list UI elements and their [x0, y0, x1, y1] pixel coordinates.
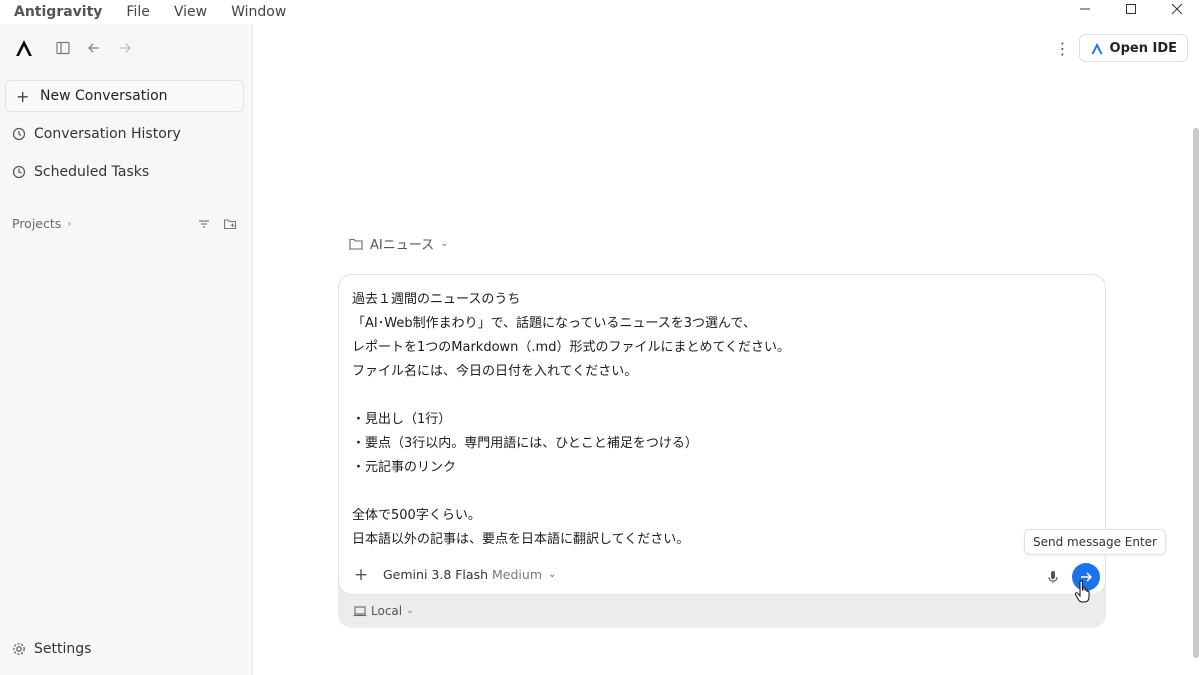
- sidebar-item-label: Scheduled Tasks: [34, 164, 150, 180]
- laptop-icon: [353, 606, 367, 617]
- model-selector[interactable]: Gemini 3.8 Flash Medium ⌄: [383, 567, 556, 582]
- history-icon: [12, 127, 26, 141]
- hand-cursor-icon: [1074, 580, 1090, 603]
- model-tier: Medium: [492, 567, 542, 582]
- add-context-button[interactable]: +: [351, 565, 371, 585]
- sidebar-toggle-icon[interactable]: [51, 36, 75, 60]
- scrollbar-thumb[interactable]: [1193, 128, 1199, 658]
- model-name: Gemini 3.8 Flash: [383, 567, 489, 582]
- projects-header: Projects ›: [12, 216, 237, 231]
- maximize-icon: [1126, 4, 1136, 14]
- menu-file[interactable]: File: [126, 4, 149, 20]
- menu-window[interactable]: Window: [231, 4, 286, 20]
- minimize-button[interactable]: [1062, 0, 1108, 18]
- antigravity-logo-icon: [1090, 42, 1103, 54]
- sidebar-item-scheduled-tasks[interactable]: Scheduled Tasks: [12, 161, 149, 183]
- clock-icon: [12, 165, 26, 179]
- sidebar: + New Conversation Conversation History …: [0, 24, 253, 675]
- window-controls: [1062, 0, 1200, 18]
- maximize-button[interactable]: [1108, 0, 1154, 18]
- header-actions: ⋮ Open IDE: [1053, 34, 1188, 62]
- menu-view[interactable]: View: [174, 4, 207, 20]
- open-ide-label: Open IDE: [1109, 40, 1177, 56]
- filter-icon[interactable]: [197, 217, 211, 231]
- composer: 過去１週間のニュースのうち 「AI･Web制作まわり」で、話題になっているニュー…: [338, 274, 1106, 628]
- menu-bar: Antigravity File View Window: [0, 0, 296, 24]
- chevron-down-icon: ⌄: [406, 606, 414, 616]
- menu-app-name[interactable]: Antigravity: [14, 4, 102, 20]
- scrollbar[interactable]: [1192, 76, 1200, 675]
- projects-label[interactable]: Projects: [12, 216, 61, 231]
- new-folder-icon[interactable]: [223, 217, 237, 231]
- sidebar-item-label: Conversation History: [34, 126, 181, 142]
- send-tooltip: Send message Enter: [1024, 529, 1166, 555]
- folder-icon: [349, 238, 363, 250]
- plus-icon: +: [16, 86, 30, 106]
- environment-label: Local: [371, 604, 403, 618]
- settings-label: Settings: [34, 641, 92, 657]
- new-conversation-label: New Conversation: [40, 88, 168, 104]
- back-arrow-icon[interactable]: [82, 36, 106, 60]
- chevron-down-icon: ⌄: [548, 569, 557, 580]
- new-conversation-button[interactable]: + New Conversation: [5, 80, 244, 112]
- close-icon: [1171, 3, 1183, 15]
- kebab-menu-icon[interactable]: ⋮: [1053, 34, 1073, 62]
- composer-input-area: 過去１週間のニュースのうち 「AI･Web制作まわり」で、話題になっているニュー…: [338, 274, 1106, 595]
- chevron-down-icon: ⌄: [440, 238, 449, 249]
- environment-selector[interactable]: Local ⌄: [353, 604, 414, 618]
- gear-icon: [13, 643, 25, 655]
- folder-name: AIニュース: [370, 238, 435, 253]
- sidebar-item-settings[interactable]: Settings: [12, 641, 91, 657]
- minimize-icon: [1080, 8, 1090, 10]
- workspace-folder-selector[interactable]: AIニュース ⌄: [349, 234, 448, 253]
- close-window-button[interactable]: [1154, 0, 1200, 18]
- forward-arrow-icon[interactable]: [113, 36, 137, 60]
- chevron-right-icon: ›: [67, 217, 72, 230]
- microphone-icon[interactable]: [1043, 567, 1063, 587]
- message-input[interactable]: 過去１週間のニュースのうち 「AI･Web制作まわり」で、話題になっているニュー…: [352, 288, 1092, 552]
- sidebar-item-conversation-history[interactable]: Conversation History: [12, 123, 181, 145]
- open-ide-button[interactable]: Open IDE: [1078, 34, 1188, 62]
- composer-toolbar: + Gemini 3.8 Flash Medium ⌄: [339, 563, 1107, 591]
- antigravity-logo-icon: [12, 36, 36, 60]
- sidebar-toolbar: [12, 36, 144, 60]
